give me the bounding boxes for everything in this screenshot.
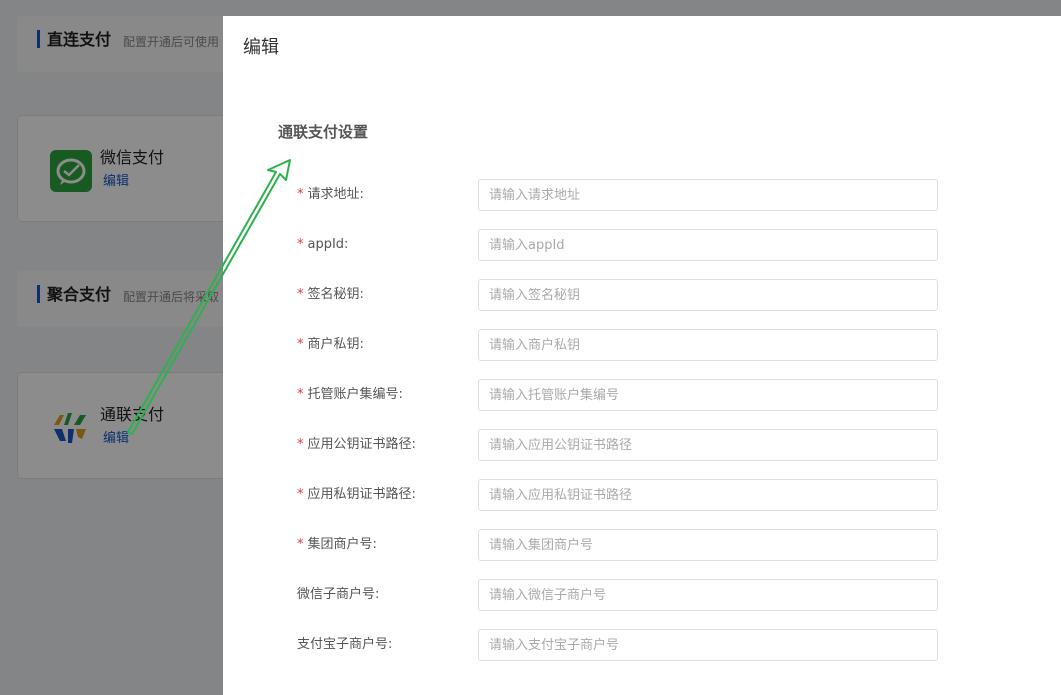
form-row: * 签名秘钥: <box>223 279 1061 311</box>
required-asterisk: * <box>297 437 304 452</box>
edit-modal: 编辑 通联支付设置 *请求地址:*appId:*签名秘钥:*商户私钥:*托管账户… <box>223 16 1061 695</box>
form-field-label: * appId: <box>297 229 348 261</box>
form-field-label: 微信子商户号: <box>297 579 379 611</box>
form-field-input[interactable] <box>478 229 938 261</box>
form-row: * 应用公钥证书路径: <box>223 429 1061 461</box>
form-field-input[interactable] <box>478 179 938 211</box>
form-row: * 请求地址: <box>223 179 1061 211</box>
required-asterisk: * <box>297 287 304 302</box>
form-field-label: * 签名秘钥: <box>297 279 364 311</box>
form-row: * 集团商户号: <box>223 529 1061 561</box>
form-field-label-text: 支付宝子商户号: <box>297 637 393 652</box>
form-field-label-text: appId: <box>307 237 349 252</box>
form-row: 微信子商户号: <box>223 579 1061 611</box>
form-field-label-text: 商户私钥: <box>307 337 364 352</box>
form-row: * 应用私钥证书路径: <box>223 479 1061 511</box>
form-section-title: 通联支付设置 <box>278 123 369 141</box>
form-field-input[interactable] <box>478 429 938 461</box>
form-field-label: * 应用私钥证书路径: <box>297 479 416 511</box>
form-field-label-text: 集团商户号: <box>307 537 377 552</box>
form-field-input[interactable] <box>478 529 938 561</box>
form-field-label: * 商户私钥: <box>297 329 364 361</box>
form-field-label: * 集团商户号: <box>297 529 377 561</box>
form-row: * 托管账户集编号: <box>223 379 1061 411</box>
form-field-label-text: 微信子商户号: <box>297 587 380 602</box>
required-asterisk: * <box>297 487 304 502</box>
modal-title: 编辑 <box>243 37 279 58</box>
form-row: * appId: <box>223 229 1061 261</box>
form-field-input[interactable] <box>478 329 938 361</box>
form-field-input[interactable] <box>478 479 938 511</box>
form-field-label-text: 托管账户集编号: <box>307 387 403 402</box>
form-field-input[interactable] <box>478 579 938 611</box>
form-row: 支付宝子商户号: <box>223 629 1061 661</box>
form-field-label-text: 应用公钥证书路径: <box>307 437 416 452</box>
required-asterisk: * <box>297 537 304 552</box>
form-field-label: * 托管账户集编号: <box>297 379 403 411</box>
required-asterisk: * <box>297 237 304 252</box>
form-field-label: * 应用公钥证书路径: <box>297 429 416 461</box>
form-row: * 商户私钥: <box>223 329 1061 361</box>
required-asterisk: * <box>297 187 304 202</box>
form-field-input[interactable] <box>478 279 938 311</box>
required-asterisk: * <box>297 337 304 352</box>
form-field-label-text: 应用私钥证书路径: <box>307 487 416 502</box>
form-field-label-text: 请求地址: <box>307 187 364 202</box>
form-field-label-text: 签名秘钥: <box>307 287 364 302</box>
required-asterisk: * <box>297 387 304 402</box>
form-field-label: * 请求地址: <box>297 179 364 211</box>
form-field-input[interactable] <box>478 379 938 411</box>
form-field-input[interactable] <box>478 629 938 661</box>
form-field-label: 支付宝子商户号: <box>297 629 392 661</box>
